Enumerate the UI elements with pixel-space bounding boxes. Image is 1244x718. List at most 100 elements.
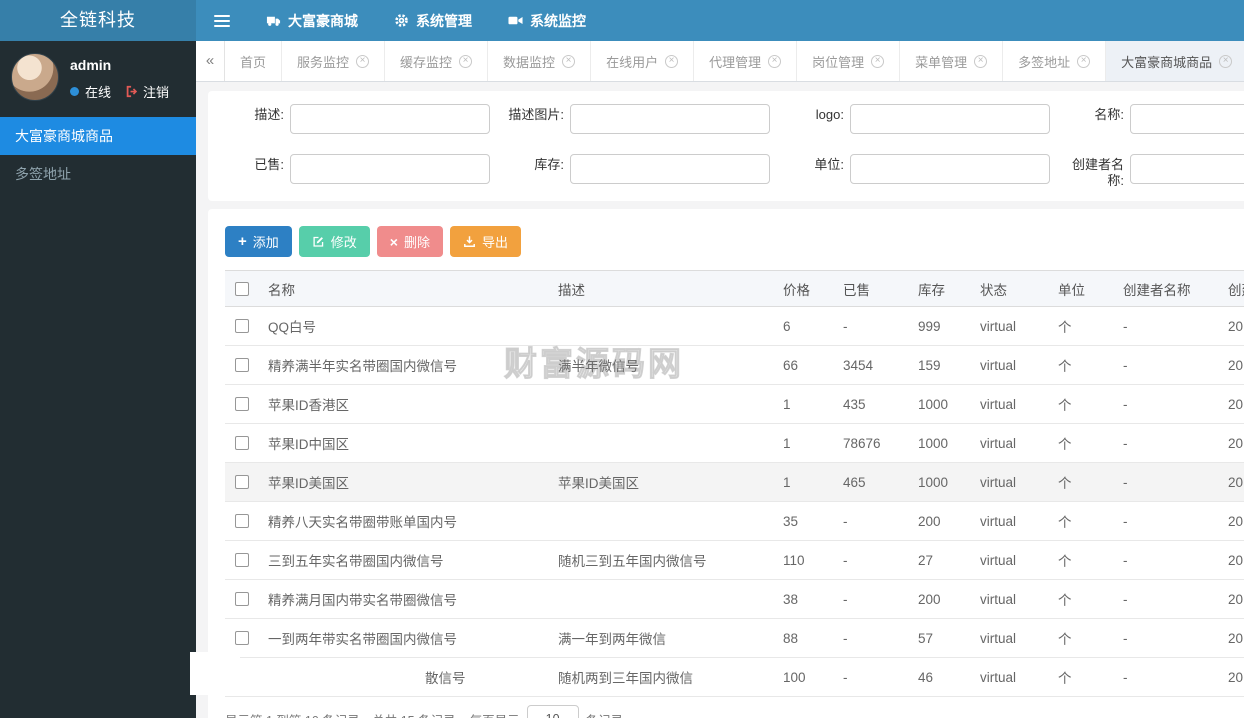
table-row[interactable]: 精养八天实名带圈带账单国内号 35-200 virtual 个 -20 [225,501,1244,541]
tab-close-icon[interactable]: × [768,54,782,68]
table-row[interactable]: 苹果ID中国区 1 78676 1000 virtual 个 -20 [225,423,1244,463]
edit-button-label: 修改 [330,235,357,250]
cell-created: 20 [1228,657,1244,697]
cell-price: 88 [783,618,843,658]
table-row[interactable]: 精养满月国内带实名带圈微信号 38-200 virtual 个 -20 [225,579,1244,619]
cell-stock: 999 [918,306,980,346]
pagination-summary: 显示第 1 到第 10 条记录，总共 15 条记录 [225,710,456,718]
tab-data-monitor[interactable]: 数据监控 × [488,41,592,81]
online-status-icon [70,87,79,96]
row-checkbox[interactable] [235,514,249,528]
delete-button[interactable]: × 删除 [376,226,443,257]
table-row[interactable]: 三到五年实名带圈国内微信号 随机三到五年国内微信号 110-27 virtual 个 -2… [225,540,1244,580]
column-header-status[interactable]: 状态 [980,270,1058,307]
tab-cache-monitor[interactable]: 缓存监控 × [385,41,489,81]
row-checkbox[interactable] [235,631,249,645]
tab-post-manage[interactable]: 岗位管理 × [797,41,901,81]
sidebar-toggle-button[interactable] [196,0,248,41]
cell-stock: 159 [918,345,980,385]
tabs-collapse-button[interactable]: « [196,41,225,81]
filter-field-desc-image: 描述图片: [496,104,776,134]
tab-mall-goods[interactable]: 大富豪商城商品 × [1106,41,1244,81]
avatar[interactable] [11,53,59,101]
sidebar-item-multi-sign-address[interactable]: 多签地址 [0,155,196,193]
tab-close-icon[interactable]: × [1077,54,1091,68]
tab-close-icon[interactable]: × [356,54,370,68]
export-button[interactable]: 导出 [450,226,522,257]
cell-status: virtual [980,618,1058,658]
page-size-select[interactable]: 10 [526,705,579,718]
cell-sold: - [843,540,918,580]
filter-input-desc-image[interactable] [570,104,770,134]
tab-close-icon[interactable]: × [1219,54,1233,68]
row-checkbox[interactable] [235,319,249,333]
filter-input-logo[interactable] [850,104,1050,134]
filter-panel: 描述: 描述图片: logo: 名称: 已售: 库存: 单位: 创建者名称: [208,91,1244,201]
column-header-creator[interactable]: 创建者名称 [1123,270,1228,307]
table-toolbar: + 添加 修改 × 删除 导出 [225,226,1244,257]
tab-online-users[interactable]: 在线用户 × [591,41,695,81]
topnav-item-system-manage[interactable]: 系统管理 [376,0,490,41]
tab-agent-manage[interactable]: 代理管理 × [694,41,798,81]
sidebar-item-mall-goods[interactable]: 大富豪商城商品 [0,117,196,155]
cell-stock: 200 [918,579,980,619]
cell-status: virtual [980,579,1058,619]
tab-close-icon[interactable]: × [562,54,576,68]
row-checkbox[interactable] [235,592,249,606]
filter-input-sold[interactable] [290,154,490,184]
row-checkbox[interactable] [235,358,249,372]
row-checkbox[interactable] [235,397,249,411]
tab-close-icon[interactable]: × [459,54,473,68]
table-row[interactable]: 一到两年带实名带圈国内微信号 满一年到两年微信 88-57 virtual 个 -20 [225,618,1244,658]
row-checkbox[interactable] [235,553,249,567]
table-row[interactable]: 苹果ID美国区 苹果ID美国区 1 465 1000 virtual 个 -20 [225,462,1244,502]
tab-service-monitor[interactable]: 服务监控 × [282,41,386,81]
filter-input-stock[interactable] [570,154,770,184]
cell-creator: - [1123,579,1228,619]
tab-menu-manage[interactable]: 菜单管理 × [900,41,1004,81]
cell-created: 20 [1228,462,1244,502]
column-header-price[interactable]: 价格 [783,270,843,307]
column-header-stock[interactable]: 库存 [918,270,980,307]
edit-button[interactable]: 修改 [298,226,370,257]
tab-multi-sign-address[interactable]: 多签地址 × [1003,41,1107,81]
column-header-desc[interactable]: 描述 [558,270,783,307]
topnav-item-system-monitor[interactable]: 系统监控 [490,0,604,41]
cell-sold: - [843,306,918,346]
tab-close-icon[interactable]: × [871,54,885,68]
cell-name: 苹果ID中国区 [268,423,558,463]
cell-name: 一到两年带实名带圈国内微信号 [268,618,558,658]
tab-close-icon[interactable]: × [974,54,988,68]
chevrons-left-icon: « [205,52,215,69]
table-row[interactable]: QQ白号 6-999 virtual 个 -20 [225,306,1244,346]
cell-name: 精养八天实名带圈带账单国内号 [268,501,558,541]
add-button[interactable]: + 添加 [225,226,292,257]
row-checkbox[interactable] [235,436,249,450]
filter-input-name[interactable] [1130,104,1244,134]
cell-desc [558,501,783,541]
filter-input-desc[interactable] [290,104,490,134]
cell-stock: 46 [918,657,980,697]
column-header-name[interactable]: 名称 [268,270,558,307]
column-header-created[interactable]: 创建时间 [1228,270,1244,307]
column-header-unit[interactable]: 单位 [1058,270,1123,307]
filter-input-unit[interactable] [850,154,1050,184]
select-all-checkbox[interactable] [235,281,249,296]
table-row[interactable]: 散信号 随机两到三年国内微信 100-46 virtual 个 -20 [225,657,1244,697]
table-row[interactable]: 精养满半年实名带圈国内微信号 满半年微信号 66 3454 159 virtual 个 -20 [225,345,1244,385]
row-checkbox[interactable] [235,475,249,489]
tab-close-icon[interactable]: × [665,54,679,68]
filter-input-creator-name[interactable] [1130,154,1244,184]
cell-unit: 个 [1058,579,1123,619]
tab-label: 岗位管理 [812,54,865,70]
cell-sold: - [843,657,918,697]
column-header-sold[interactable]: 已售 [843,270,918,307]
edit-icon [312,235,325,248]
tab-home[interactable]: 首页 [225,41,283,81]
logout-button[interactable]: 注销 [125,82,169,101]
delete-icon: × [389,233,398,250]
plus-icon: + [238,233,247,250]
table-row[interactable]: 苹果ID香港区 1 435 1000 virtual 个 -20 [225,384,1244,424]
topnav-item-mall[interactable]: 大富豪商城 [248,0,376,41]
cell-name: QQ白号 [268,306,558,346]
